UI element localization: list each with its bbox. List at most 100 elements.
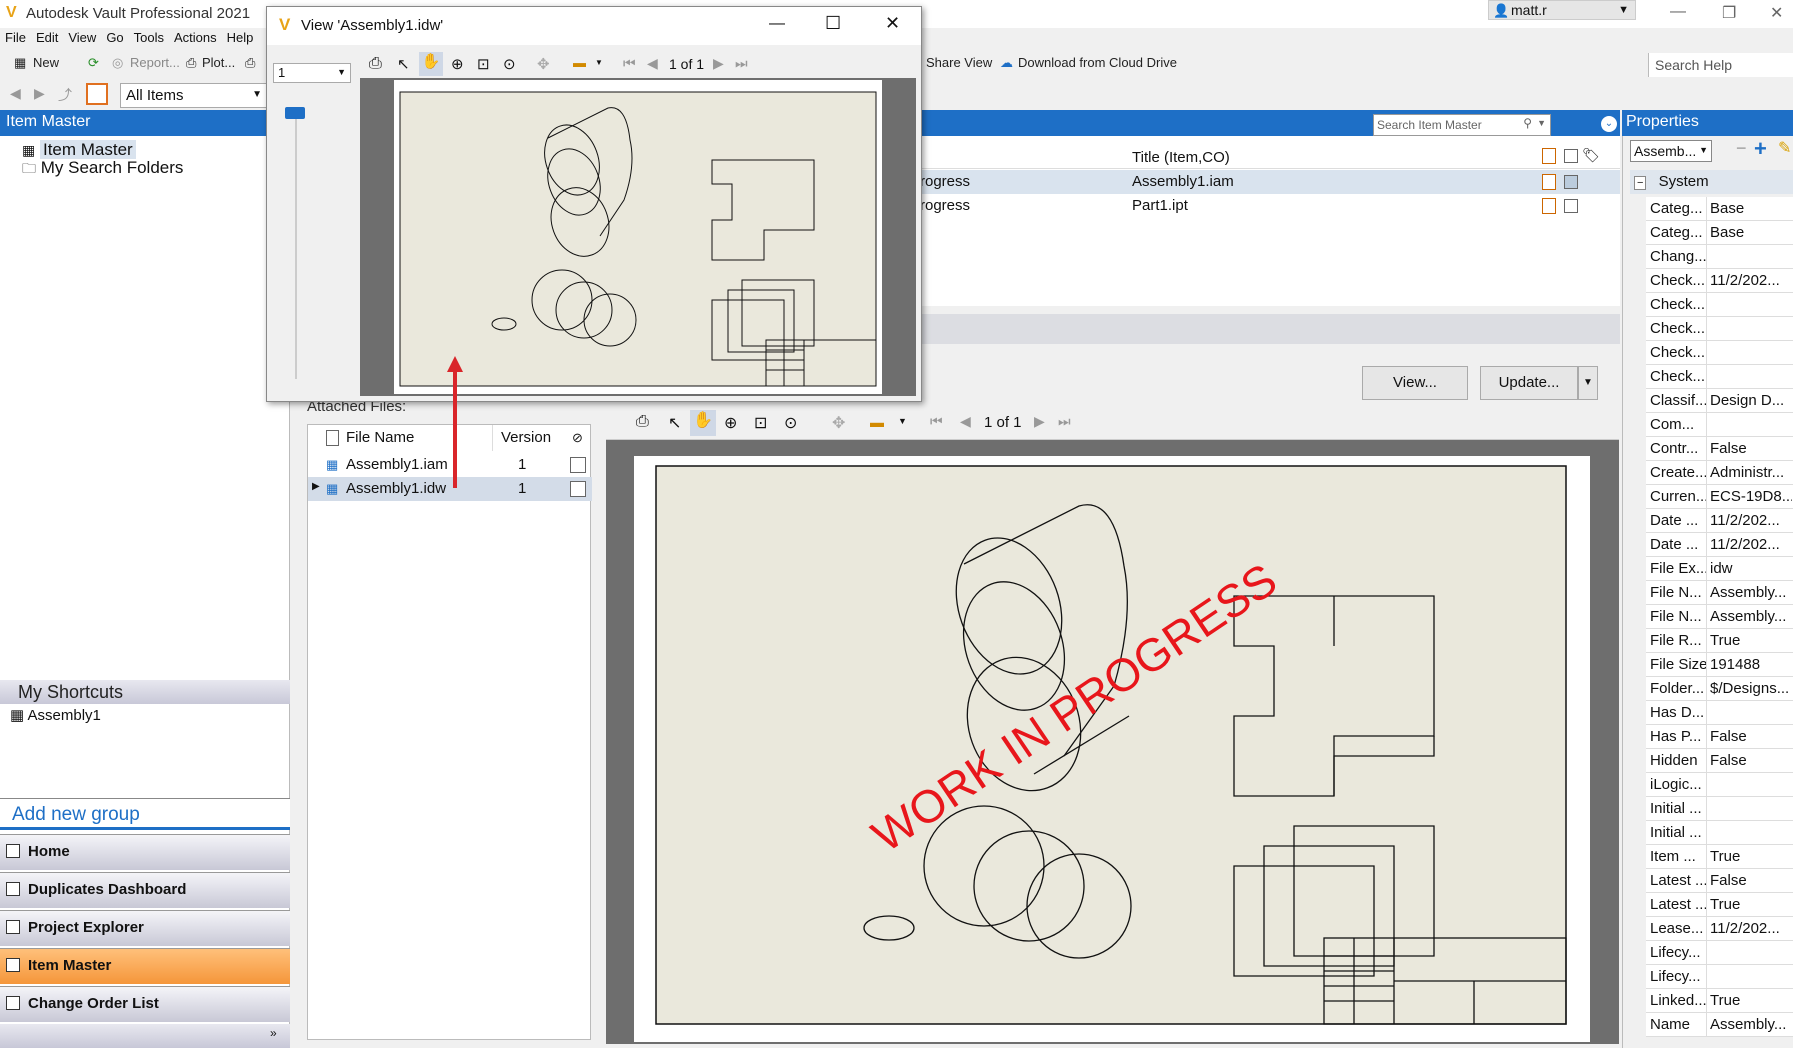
minimize-icon[interactable]: — [769, 15, 785, 33]
download-cloud-button[interactable]: Download from Cloud Drive [1018, 55, 1177, 70]
page-select[interactable]: 1 ▼ [273, 63, 351, 83]
property-row[interactable]: Categ... Base [1646, 197, 1793, 221]
update-dropdown-icon[interactable]: ▼ [1578, 366, 1598, 400]
menu-edit[interactable]: Edit [31, 28, 63, 47]
property-row[interactable]: Check... [1646, 293, 1793, 317]
zoom-icon[interactable]: ⊕ [724, 413, 737, 433]
select-icon[interactable]: ↖ [397, 55, 410, 73]
property-row[interactable]: Chang... [1646, 245, 1793, 269]
property-row[interactable]: Classif... Design D... [1646, 389, 1793, 413]
chevron-down-icon[interactable]: ▼ [1537, 118, 1546, 128]
property-row[interactable]: Name Assembly... [1646, 1013, 1793, 1037]
property-row[interactable]: Initial ... [1646, 797, 1793, 821]
new-button[interactable]: New [33, 55, 59, 70]
property-row[interactable]: Date ... 11/2/202... [1646, 533, 1793, 557]
chevron-down-icon[interactable]: ▼ [595, 58, 603, 67]
nav-change-order-button[interactable]: Change Order List [0, 986, 290, 1022]
property-row[interactable]: Has D... [1646, 701, 1793, 725]
property-row[interactable]: File R... True [1646, 629, 1793, 653]
edit-icon[interactable]: ✎ [1778, 138, 1791, 158]
print-icon[interactable]: ⎙ [369, 55, 382, 73]
property-row[interactable]: Contr... False [1646, 437, 1793, 461]
property-row[interactable]: Folder... $/Designs... [1646, 677, 1793, 701]
property-row[interactable]: Latest ... False [1646, 869, 1793, 893]
tree-item-item-master[interactable]: ▦ Item Master [22, 140, 136, 160]
chevron-down-icon[interactable]: ▼ [898, 416, 907, 426]
select-all-checkbox[interactable] [1564, 149, 1578, 163]
shortcut-assembly1[interactable]: ▦ Assembly1 [10, 706, 101, 724]
refresh-icon[interactable]: ⟳ [88, 55, 99, 71]
property-row[interactable]: File N... Assembly... [1646, 581, 1793, 605]
up-folder-icon[interactable]: ⤴ [58, 85, 72, 105]
nav-project-explorer-button[interactable]: Project Explorer [0, 910, 290, 946]
zoom-icon[interactable]: ⊕ [451, 55, 464, 73]
properties-selector[interactable]: Assemb... ▼ [1630, 140, 1712, 162]
property-row[interactable]: File Size 191488 [1646, 653, 1793, 677]
add-new-group-link[interactable]: Add new group [12, 804, 140, 826]
property-row[interactable]: File Ex... idw [1646, 557, 1793, 581]
user-menu[interactable]: 👤 matt.r ▼ [1488, 0, 1636, 20]
pan-icon[interactable]: ✋ [419, 52, 443, 76]
property-row[interactable]: Lifecy... [1646, 965, 1793, 989]
close-icon[interactable]: ✕ [885, 13, 900, 34]
last-page-icon[interactable]: ⏭ [735, 55, 748, 72]
property-row[interactable]: Check... [1646, 365, 1793, 389]
back-arrow-icon[interactable]: ◀ [10, 85, 21, 102]
nav-duplicates-button[interactable]: Duplicates Dashboard [0, 872, 290, 908]
share-view-button[interactable]: Share View [926, 55, 992, 70]
file-checkbox[interactable] [570, 481, 586, 497]
nav-home-button[interactable]: Home [0, 834, 290, 870]
menu-go[interactable]: Go [101, 28, 128, 47]
close-icon[interactable]: ✕ [1770, 3, 1783, 23]
table-row[interactable]: rogress Part1.ipt [920, 194, 1620, 218]
restore-icon[interactable]: ❐ [1722, 3, 1736, 23]
zoom-window-icon[interactable]: ⊡ [754, 413, 767, 433]
menu-view[interactable]: View [63, 28, 101, 47]
property-row[interactable]: Initial ... [1646, 821, 1793, 845]
zoom-all-icon[interactable]: ⊙ [503, 55, 516, 73]
menu-help[interactable]: Help [222, 28, 259, 47]
thumbnail-slider-track[interactable] [295, 107, 297, 379]
orbit-icon[interactable]: ✥ [537, 55, 550, 73]
col-title[interactable]: Title (Item,CO) [1132, 149, 1230, 166]
table-row[interactable]: rogress Assembly1.iam [920, 170, 1620, 194]
search-help-input[interactable]: Search Help [1648, 53, 1793, 77]
search-icon[interactable]: ⚲ [1523, 116, 1532, 130]
menu-tools[interactable]: Tools [129, 28, 169, 47]
zoom-all-icon[interactable]: ⊙ [784, 413, 797, 433]
next-page-icon[interactable]: ▶ [713, 55, 724, 72]
prev-page-icon[interactable]: ◀ [647, 55, 658, 72]
print-icon[interactable]: ⎙ [636, 413, 649, 431]
plot-button[interactable]: Plot... [202, 55, 235, 70]
row-checkbox[interactable] [1564, 175, 1578, 189]
property-row[interactable]: Hidden False [1646, 749, 1793, 773]
menu-actions[interactable]: Actions [169, 28, 222, 47]
first-page-icon[interactable]: ⏮ [930, 413, 943, 430]
property-row[interactable]: Item ... True [1646, 845, 1793, 869]
col-file-name[interactable]: File Name [342, 425, 418, 451]
view-button[interactable]: View... [1362, 366, 1468, 400]
scope-select[interactable]: All Items ▼ [120, 83, 267, 108]
property-row[interactable]: Latest ... True [1646, 893, 1793, 917]
property-row[interactable]: Has P... False [1646, 725, 1793, 749]
nav-item-master-button[interactable]: Item Master [0, 948, 290, 984]
select-icon[interactable]: ↖ [668, 413, 681, 433]
remove-icon[interactable]: − [1736, 138, 1747, 159]
property-row[interactable]: Curren... ECS-19D8... [1646, 485, 1793, 509]
property-row[interactable]: Linked... True [1646, 989, 1793, 1013]
panel-toggle-icon[interactable] [86, 83, 108, 105]
collapse-icon[interactable]: ⌄ [1601, 116, 1617, 132]
update-button[interactable]: Update... [1480, 366, 1578, 400]
maximize-icon[interactable]: ☐ [825, 13, 841, 34]
minimize-icon[interactable]: — [1670, 3, 1686, 21]
measure-icon[interactable]: ▬ [870, 414, 884, 430]
measure-icon[interactable]: ▬ [573, 55, 586, 70]
first-page-icon[interactable]: ⏮ [623, 55, 636, 72]
property-row[interactable]: Com... [1646, 413, 1793, 437]
nav-overflow-bar[interactable]: » [0, 1024, 290, 1048]
search-item-master-input[interactable]: Search Item Master ⚲ ▼ [1373, 114, 1551, 136]
zoom-window-icon[interactable]: ⊡ [477, 55, 490, 73]
property-row[interactable]: File N... Assembly... [1646, 605, 1793, 629]
property-row[interactable]: Check... 11/2/202... [1646, 269, 1793, 293]
forward-arrow-icon[interactable]: ▶ [34, 85, 45, 102]
